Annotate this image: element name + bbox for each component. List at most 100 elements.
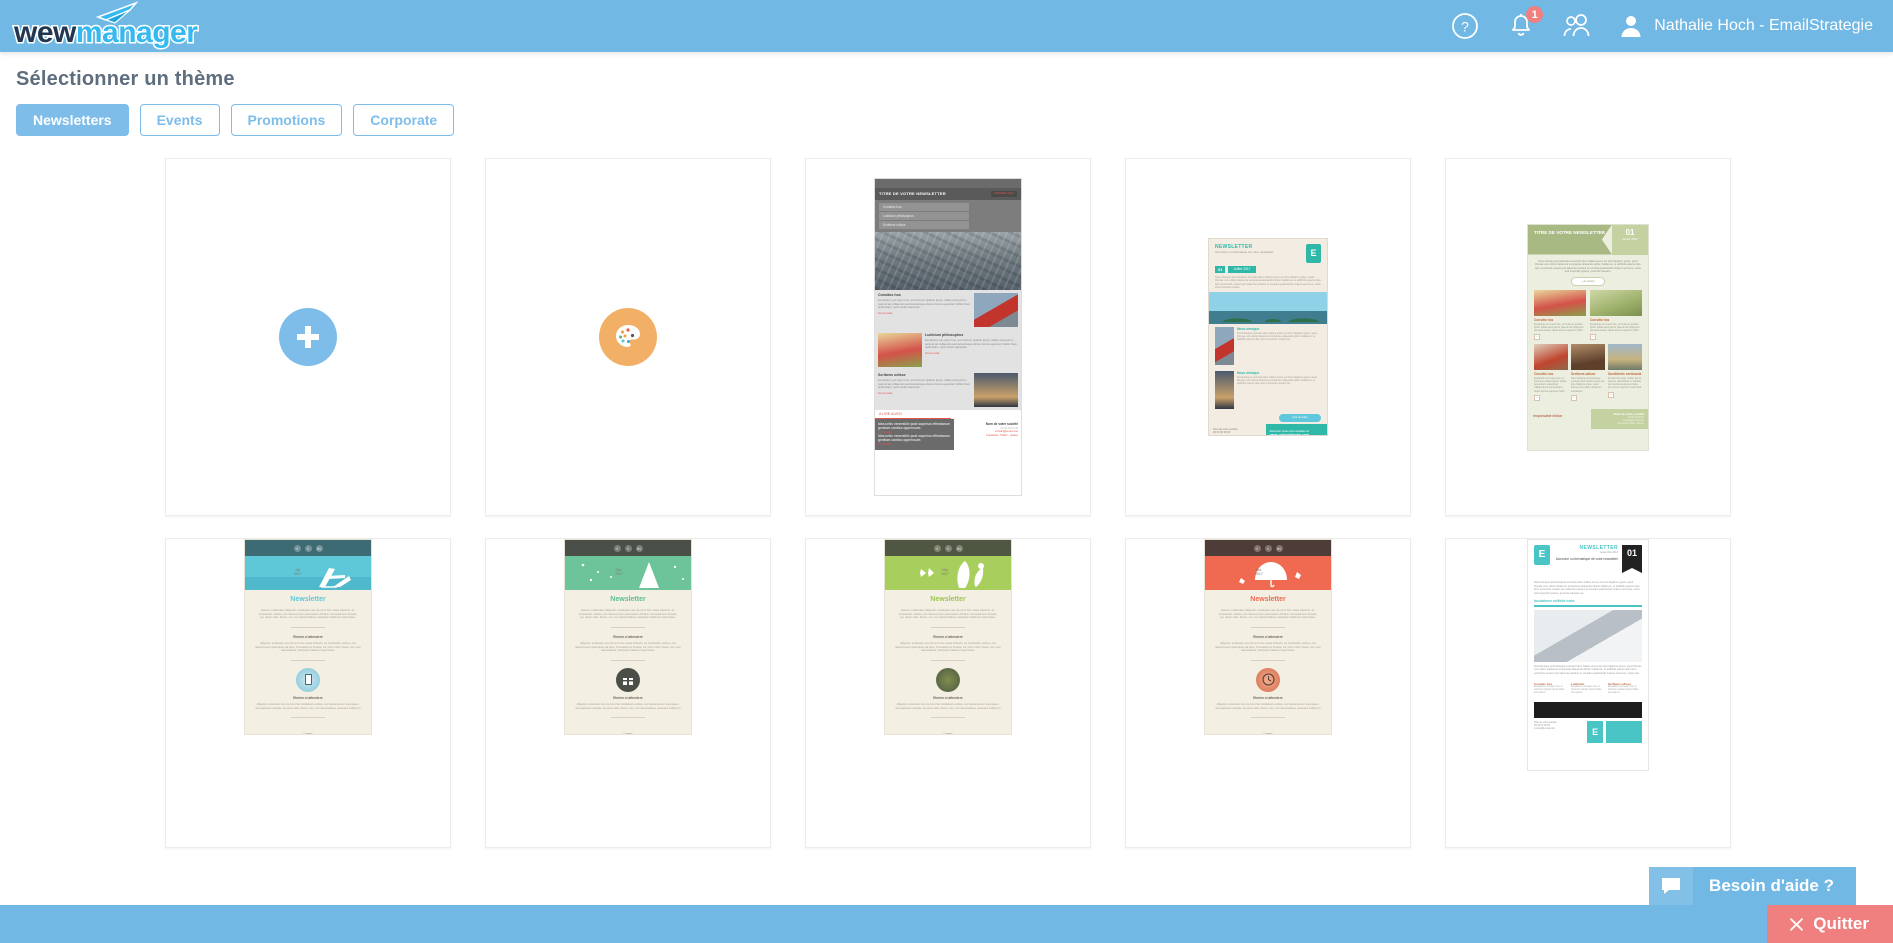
header-actions: ? 1 Nathalie Hoch - EmailStrategie — [1450, 6, 1873, 41]
preview-cta-button: + de détails — [1571, 276, 1605, 286]
preview-footer-social: Facebook - Twitter - Viadeo — [986, 433, 1018, 437]
preview-date: JANVIER 2017 — [990, 191, 1017, 197]
app-header: wewmanager ? 1 Nathalie Hoch - EmailStra… — [0, 0, 1893, 52]
preview-hero-image-highway — [875, 231, 1021, 290]
preview-block-title: Etenim si attendere — [293, 695, 323, 700]
theme-card-corporate-white[interactable]: E NEWSLETTER novembre 2012 Accroche ou t… — [1445, 538, 1731, 848]
notification-count-badge: 1 — [1526, 6, 1544, 23]
preview-image-cityscape — [974, 372, 1018, 407]
plant-icon — [936, 667, 960, 692]
theme-category-tabs: Newsletters Events Promotions Corporate — [14, 104, 1879, 136]
theme-card-spring[interactable]: f t in Mai 2017 Newsletter Etenim si att… — [805, 538, 1091, 848]
preview-intro: Novo denique pernicioisque exemplo idem … — [1215, 276, 1321, 290]
linkedin-icon: in — [1275, 544, 1283, 552]
theme-card-summer[interactable]: f t in Juil. 2017 Newsletter Etenim si a… — [165, 538, 451, 848]
theme-card-teal-newsletter[interactable]: NEWSLETTER Accroche ou thématique de vot… — [1125, 158, 1411, 516]
facebook-icon: f — [1253, 544, 1261, 552]
tab-events[interactable]: Events — [139, 104, 220, 136]
twitter-icon: t — [944, 544, 952, 552]
preview-intro: Novo denique pernicioisque exemplo idem … — [1534, 581, 1640, 595]
preview-block-body: diligenter existimare vere de omni hac c… — [1215, 702, 1321, 710]
preview-article-link: Lire la suite — [878, 310, 893, 315]
preview-issue: 01 — [1625, 227, 1635, 237]
preview-intro: Novo denique pernicioisque exemplo idem … — [1535, 259, 1641, 274]
tab-newsletters[interactable]: Newsletters — [16, 104, 129, 136]
clock-icon — [1256, 667, 1280, 692]
logo-text: wewmanager — [13, 11, 200, 55]
theme-preview-spring: f t in Mai 2017 Newsletter Etenim si att… — [884, 539, 1012, 735]
theme-card-autumn[interactable]: f t in Oct. 2017 Newsletter Etenim si at… — [1125, 538, 1411, 848]
preview-social-bar: f t in — [245, 540, 371, 556]
leaf-butterfly-icon: Mai 2017 — [885, 556, 1011, 590]
christmas-tree-icon: Déc. 2017 — [565, 556, 691, 590]
theme-card-gray-newsletter[interactable]: TITRE DE VOTRE NEWSLETTER JANVIER 2017 C… — [805, 158, 1091, 516]
logo-text-part1: wew — [13, 15, 78, 51]
theme-preview-teal: NEWSLETTER Accroche ou thématique de vot… — [1208, 238, 1328, 436]
preview-article-body: Exoptatum est super hos, et hominum quid… — [878, 298, 971, 310]
preview-intro: Etenim si attendere diligenter, existima… — [1218, 608, 1318, 620]
preview-block-title: Etenim si attendere — [933, 635, 963, 640]
theme-preview-winter: f t in Déc. 2017 Newsletter Etenim si at… — [564, 539, 692, 735]
theme-preview-summer: f t in Juil. 2017 Newsletter Etenim si a… — [244, 539, 372, 735]
preview-block-body: diligenter, existimare vere de omni hac … — [1215, 642, 1321, 653]
user-menu[interactable]: Nathalie Hoch - EmailStrategie — [1618, 13, 1873, 39]
preview-image-town — [1608, 344, 1642, 371]
preview-nav-item: Scribens odisse — [879, 220, 969, 229]
theme-preview-autumn: f t in Oct. 2017 Newsletter Etenim si at… — [1204, 539, 1332, 735]
preview-also-item: Idea urbis venerabile post superius effe… — [878, 434, 950, 443]
preview-article-body: Exoptatum est super hos, et hominum quid… — [878, 378, 971, 390]
quit-button[interactable]: Quitter — [1767, 905, 1893, 943]
theme-grid-row-1: TITRE DE VOTRE NEWSLETTER JANVIER 2017 C… — [14, 158, 1879, 516]
users-icon — [1563, 14, 1590, 37]
preview-intro: Etenim si attendere diligenter, existima… — [578, 608, 678, 620]
theme-grid-row-2: f t in Juil. 2017 Newsletter Etenim si a… — [14, 538, 1879, 848]
arrow-icon: › — [1534, 394, 1540, 401]
preview-image-chocolate — [1571, 344, 1605, 371]
app-logo[interactable]: wewmanager — [13, 0, 200, 55]
preview-date-year: 2017 — [294, 572, 302, 576]
preview-title: TITRE DE VOTRE NEWSLETTER — [879, 191, 946, 197]
preview-title: Newsletter — [930, 596, 966, 603]
preview-date-year: 2017 — [615, 572, 623, 576]
preview-block-title: Etenim si attendere — [1253, 635, 1283, 640]
preview-accroche: Accroche ou thématique de votre newslett… — [1555, 557, 1618, 562]
close-icon — [1790, 917, 1804, 931]
custom-design-card[interactable] — [485, 158, 771, 516]
user-avatar-icon — [1621, 16, 1641, 37]
preview-article-body: Pernicioisque exemplo idem Gallus auxus … — [1236, 375, 1317, 385]
preview-logo: Logo — [623, 731, 633, 735]
preview-social-bar: f t in — [885, 540, 1011, 556]
preview-block-title: Etenim si attendere — [613, 695, 643, 700]
preview-title: TITRE DE VOTRE NEWSLETTER — [1528, 224, 1612, 255]
tab-corporate[interactable]: Corporate — [353, 104, 455, 136]
preview-nav-item: Consitos hos — [879, 202, 969, 211]
preview-issue: 01 — [1622, 545, 1642, 573]
preview-brand-icon: E — [1306, 244, 1321, 263]
tab-promotions[interactable]: Promotions — [230, 104, 343, 136]
preview-article-body: Exoptatum est super hos, et hominum quid… — [1534, 322, 1584, 332]
linkedin-icon: in — [955, 544, 963, 552]
preview-subtitle: Accroche ou thématique de votre newslett… — [1215, 250, 1274, 255]
preview-image-palms — [1209, 292, 1327, 325]
preview-block-body: diligenter, existimare vere de omni hac … — [895, 642, 1001, 653]
theme-card-olive-newsletter[interactable]: TITRE DE VOTRE NEWSLETTER 01 janvier 201… — [1445, 158, 1731, 516]
help-circle-icon: ? — [1452, 13, 1479, 39]
preview-logo: Logo — [943, 731, 953, 735]
theme-card-winter[interactable]: f t in Déc. 2017 Newsletter Etenim si at… — [485, 538, 771, 848]
contacts-icon[interactable] — [1562, 11, 1592, 41]
preview-article-title: Scribens odisse — [1571, 372, 1596, 377]
help-chat-widget[interactable]: Besoin d'aide ? — [1649, 867, 1856, 905]
help-icon[interactable]: ? — [1450, 11, 1480, 41]
preview-title: Newsletter — [610, 596, 646, 603]
notifications-bell-icon[interactable]: 1 — [1506, 6, 1544, 41]
create-blank-template-card[interactable] — [165, 158, 451, 516]
preview-image-poppies — [878, 332, 922, 367]
preview-intro: Etenim si attendere diligenter, existima… — [258, 608, 358, 620]
facebook-icon: f — [293, 544, 301, 552]
preview-article-link: Lire la suite — [878, 390, 893, 395]
arrow-icon: › — [1534, 334, 1540, 341]
preview-date: janvier 2017 — [1622, 236, 1638, 241]
preview-image-cityscape — [1215, 371, 1234, 410]
preview-article-body: Exoptatum est super hos, et hominum quid… — [925, 338, 1018, 350]
preview-nav-item: Ludicium philosophus — [879, 211, 969, 220]
